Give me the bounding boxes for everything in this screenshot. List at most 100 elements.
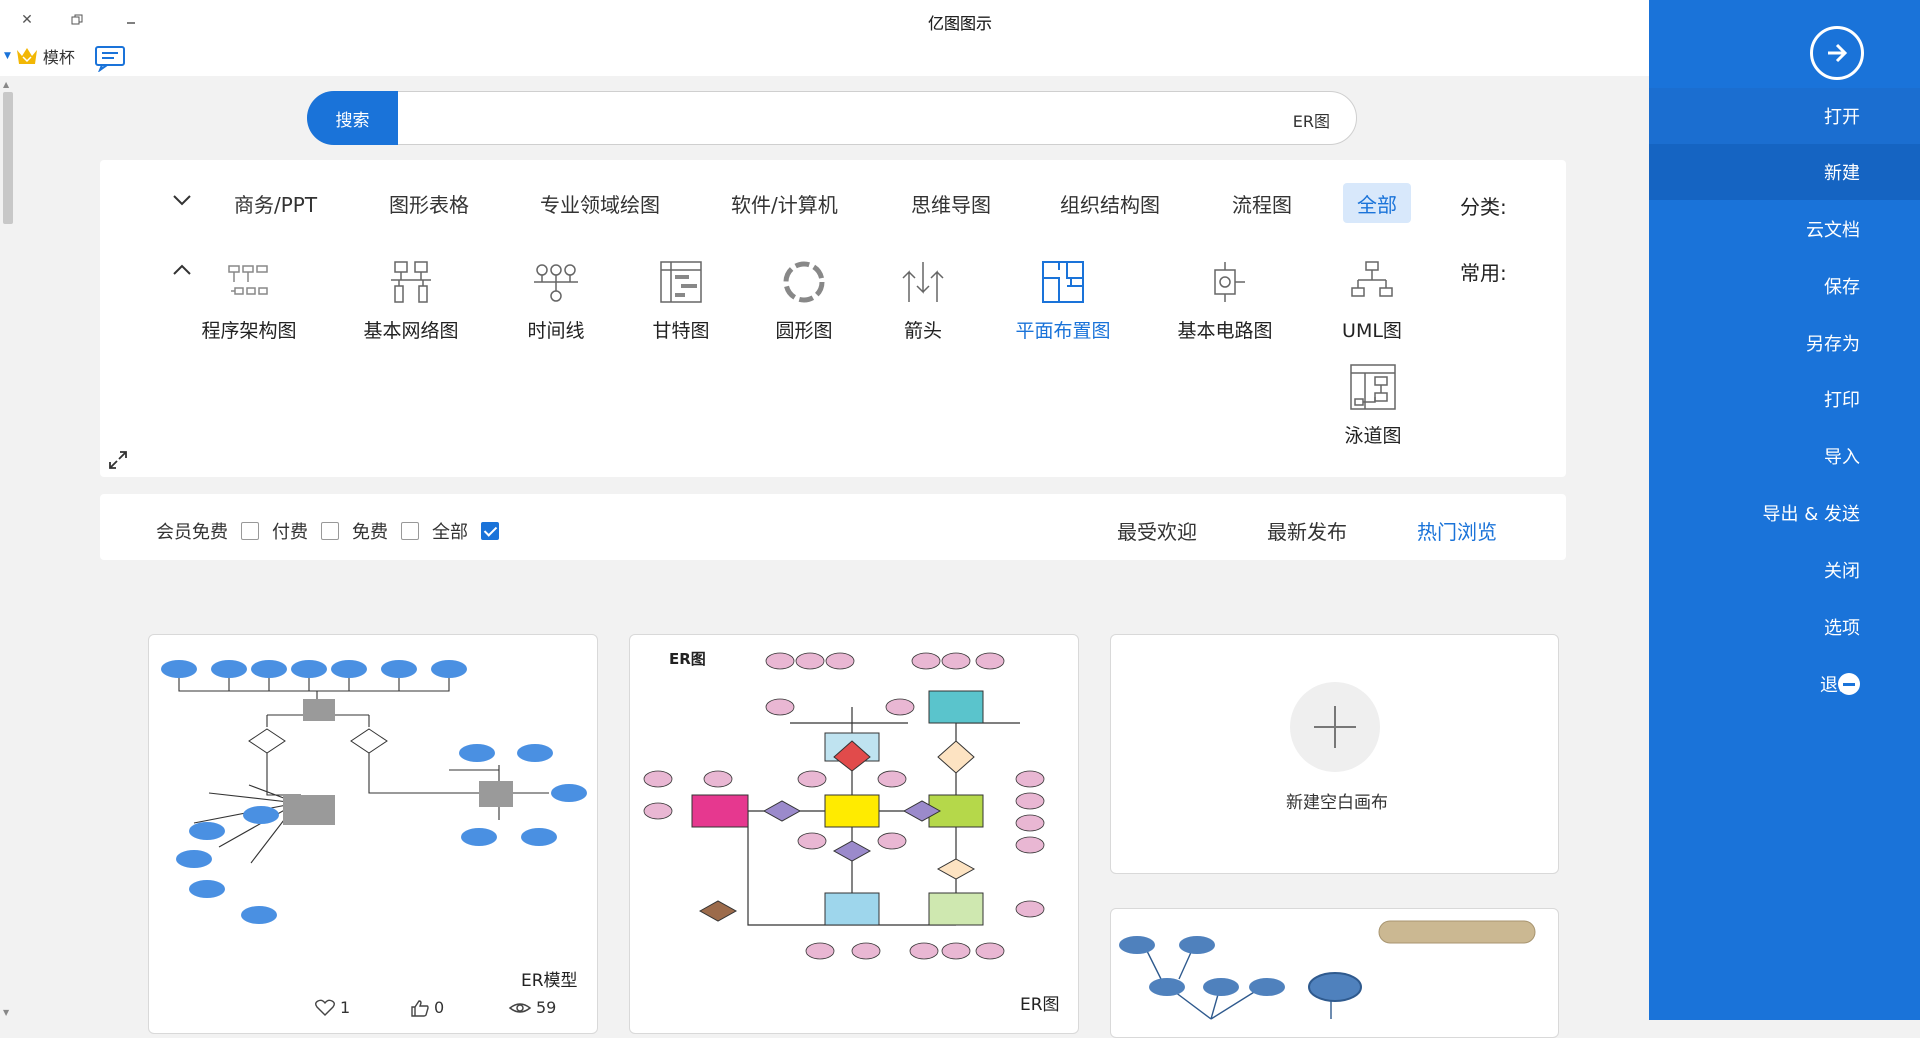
checkbox-member-free[interactable]	[241, 522, 259, 540]
feedback-icon[interactable]	[92, 44, 128, 72]
minimize-window-icon[interactable]	[116, 6, 146, 34]
tab-latest[interactable]: 最新发布	[1267, 516, 1347, 545]
architecture-icon	[228, 265, 268, 295]
uml-icon	[1351, 261, 1393, 297]
checkbox-label: 全部	[432, 522, 468, 543]
crown-icon	[16, 48, 37, 64]
floorplan-icon	[1042, 261, 1084, 303]
sidebar-item-label: 关闭	[1824, 561, 1860, 582]
sidebar-item-print[interactable]: 打印	[1649, 371, 1920, 427]
checkbox-label: 付费	[272, 522, 308, 543]
exit-icon	[1838, 673, 1860, 695]
common-item-circuit[interactable]: 基本电路图	[1165, 258, 1285, 343]
template-card-tree[interactable]	[1110, 908, 1559, 1038]
sidebar-item-label: 云文档	[1806, 220, 1860, 241]
circuit-icon	[1214, 262, 1245, 302]
new-canvas-label: 新建空白画布	[1286, 793, 1388, 813]
tab-hot[interactable]: 热门浏览	[1417, 516, 1497, 545]
er-chart-inner-title: ER图	[669, 650, 706, 668]
category-label: 分类:	[1460, 195, 1507, 219]
heart-icon	[315, 999, 335, 1016]
chevron-down-icon[interactable]: ▼	[4, 51, 11, 61]
common-item-network[interactable]: 基本网络图	[351, 258, 471, 343]
expand-icon[interactable]	[106, 448, 130, 472]
like-count[interactable]: 0	[410, 998, 444, 1017]
common-item-floorplan[interactable]: 平面布置图	[1003, 258, 1123, 343]
sidebar-item-label: 另存为	[1806, 334, 1860, 355]
circular-icon	[783, 261, 825, 303]
common-item-uml[interactable]: UML图	[1312, 258, 1432, 343]
er-model-thumbnail	[161, 660, 587, 924]
common-label: 常用:	[1460, 261, 1507, 285]
tab-graphic-table[interactable]: 图形表格	[375, 183, 483, 223]
favorite-count[interactable]: 1	[314, 998, 350, 1017]
common-item-arrow[interactable]: 箭头	[863, 258, 983, 343]
sidebar-item-label: 导入	[1824, 447, 1860, 468]
common-item-label: 泳道图	[1344, 425, 1402, 447]
common-item-label: UML图	[1342, 320, 1402, 342]
like-count-value: 0	[434, 998, 445, 1017]
tab-org-chart[interactable]: 组织结构图	[1046, 183, 1174, 223]
er-chart-thumbnail	[643, 652, 1045, 960]
sidebar-item-open[interactable]: 打开	[1649, 88, 1920, 144]
sidebar-item-label: 保存	[1824, 277, 1860, 298]
sidebar-item-label: 导出 & 发送	[1762, 504, 1860, 525]
tab-mind-map[interactable]: 思维导图	[897, 183, 1005, 223]
sidebar-item-label: 打印	[1824, 390, 1860, 411]
er-model-card-title: ER模型	[521, 971, 578, 991]
checkbox-all[interactable]	[481, 522, 499, 540]
eye-icon	[508, 1002, 532, 1013]
timeline-icon	[534, 264, 578, 302]
sidebar-item-import[interactable]: 导入	[1649, 428, 1920, 484]
search-button[interactable]: 搜索	[307, 91, 398, 145]
tab-professional[interactable]: 专业领域绘图	[526, 183, 674, 223]
template-card-er-chart[interactable]	[629, 634, 1079, 1034]
tab-software[interactable]: 软件/计算机	[717, 183, 852, 223]
scroll-up-icon[interactable]: ▲	[3, 80, 9, 89]
view-count-value: 59	[536, 998, 557, 1017]
toolbar-row	[0, 40, 1649, 76]
chevron-down-icon[interactable]	[171, 188, 193, 212]
sidebar-item-save-as[interactable]: 另存为	[1649, 315, 1920, 371]
favorite-count-value: 1	[340, 998, 351, 1017]
swimlane-icon	[1350, 364, 1396, 410]
tab-business-ppt[interactable]: 商务/PPT	[220, 183, 331, 223]
sidebar-item-options[interactable]: 选项	[1649, 599, 1920, 655]
sidebar-item-exit[interactable]: 退出	[1649, 656, 1920, 712]
common-item-label: 时间线	[527, 320, 585, 342]
template-search-input[interactable]: ER图	[307, 91, 1357, 145]
checkbox-label: 免费	[352, 522, 388, 543]
scrollbar-thumb[interactable]	[3, 92, 13, 224]
title-bar	[0, 0, 1649, 40]
tab-popular[interactable]: 最受欢迎	[1117, 516, 1197, 545]
close-window-icon[interactable]: ✕	[12, 6, 42, 34]
sidebar-item-save[interactable]: 保存	[1649, 258, 1920, 314]
common-item-label: 程序架构图	[201, 320, 297, 342]
common-item-gantt[interactable]: 甘特图	[621, 258, 741, 343]
common-item-architecture[interactable]: 程序架构图	[189, 258, 309, 343]
restore-window-icon[interactable]	[62, 6, 92, 34]
tab-flowchart[interactable]: 流程图	[1218, 183, 1306, 223]
sidebar-item-export-send[interactable]: 导出 & 发送	[1649, 485, 1920, 541]
checkbox-paid[interactable]	[321, 522, 339, 540]
sidebar-item-close[interactable]: 关闭	[1649, 542, 1920, 598]
common-item-circular[interactable]: 圆形图	[744, 258, 864, 343]
vip-badge[interactable]: ▼ 模杯	[4, 44, 75, 68]
tab-all[interactable]: 全部	[1343, 183, 1411, 223]
sidebar-item-label: 新建	[1824, 163, 1860, 184]
sidebar-item-cloud-docs[interactable]: 云文档	[1649, 201, 1920, 257]
common-item-swimlane[interactable]: 泳道图	[1313, 363, 1433, 448]
scroll-down-icon[interactable]: ▼	[3, 1008, 9, 1017]
common-item-label: 基本电路图	[1177, 320, 1273, 342]
common-item-label: 圆形图	[775, 320, 833, 342]
common-item-label: 平面布置图	[1015, 320, 1111, 342]
sidebar-item-new[interactable]: 新建	[1649, 144, 1920, 200]
gantt-icon	[660, 261, 702, 303]
common-item-timeline[interactable]: 时间线	[496, 258, 616, 343]
thumbs-up-icon	[411, 999, 429, 1017]
view-count: 59	[508, 998, 556, 1017]
back-arrow-icon[interactable]	[1810, 26, 1864, 80]
plus-icon[interactable]	[1290, 682, 1380, 772]
checkbox-free[interactable]	[401, 522, 419, 540]
checkbox-label: 会员免费	[156, 522, 228, 543]
